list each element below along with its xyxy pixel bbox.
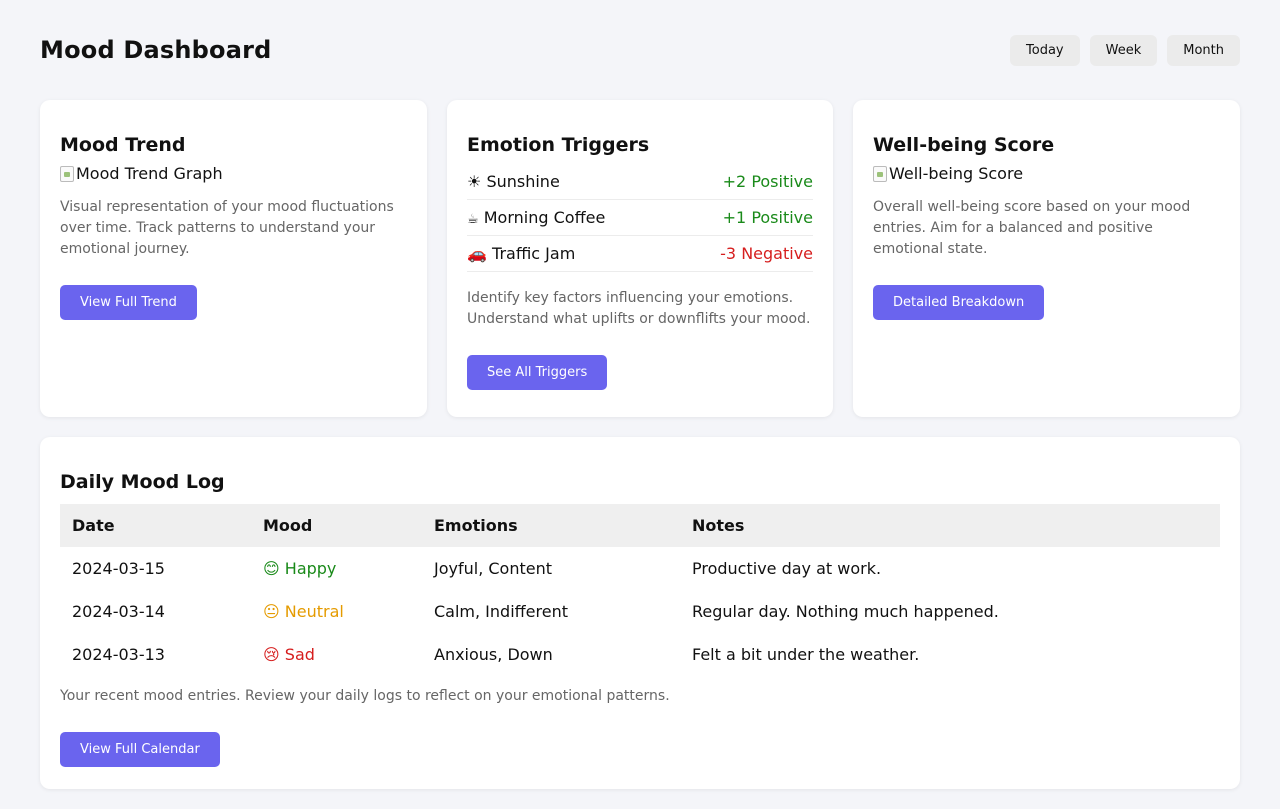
trigger-item: ☕ Morning Coffee +1 Positive [467,200,813,236]
table-row: 2024-03-14 😐 Neutral Calm, Indifferent R… [60,590,1220,633]
mood-log-description: Your recent mood entries. Review your da… [60,688,670,704]
sad-face-icon: 😢 [263,645,280,664]
log-emotions: Calm, Indifferent [434,602,568,621]
table-row: 2024-03-15 😊 Happy Joyful, Content Produ… [60,547,1220,590]
log-emotions: Anxious, Down [434,645,553,664]
view-full-calendar-button[interactable]: View Full Calendar [60,732,220,767]
log-mood: 😊 Happy [263,559,337,578]
happy-face-icon: 😊 [263,559,280,578]
dashboard-header: Mood Dashboard Today Week Month [40,34,1240,66]
trigger-impact: +2 Positive [722,172,813,191]
wellbeing-score-image: Well-being Score [873,164,1220,184]
daily-mood-log-card: Daily Mood Log Date Mood Emotions Notes … [40,437,1240,789]
mood-trend-graph-image: Mood Trend Graph [60,164,407,184]
period-month-button[interactable]: Month [1167,34,1240,66]
wellbeing-score-alt: Well-being Score [889,164,1024,183]
period-week-button[interactable]: Week [1089,34,1158,66]
wellbeing-title: Well-being Score [873,134,1055,156]
log-mood: 😐 Neutral [263,602,344,621]
log-notes: Regular day. Nothing much happened. [692,602,999,621]
log-date: 2024-03-15 [72,559,165,578]
table-row: 2024-03-13 😢 Sad Anxious, Down Felt a bi… [60,633,1220,676]
trigger-name: Morning Coffee [483,208,606,227]
trigger-impact: +1 Positive [722,208,813,227]
log-notes: Felt a bit under the weather. [692,645,920,664]
log-date: 2024-03-14 [72,602,165,621]
period-today-button[interactable]: Today [1010,34,1080,66]
log-notes: Productive day at work. [692,559,882,578]
broken-image-icon [60,166,74,182]
broken-image-icon [873,166,887,182]
log-mood: 😢 Sad [263,645,315,664]
emotion-triggers-description: Identify key factors influencing your em… [467,290,811,327]
log-date: 2024-03-13 [72,645,165,664]
column-header-emotions: Emotions [422,504,680,547]
wellbeing-description: Overall well-being score based on your m… [873,199,1191,257]
column-header-notes: Notes [680,504,1220,547]
column-header-date: Date [60,504,251,547]
neutral-face-icon: 😐 [263,602,280,621]
table-header-row: Date Mood Emotions Notes [60,504,1220,547]
emotion-triggers-card: Emotion Triggers ☀ Sunshine +2 Positive … [447,100,833,417]
trigger-impact: -3 Negative [720,244,813,263]
see-all-triggers-button[interactable]: See All Triggers [467,355,608,390]
page-title: Mood Dashboard [40,36,272,64]
mood-trend-card: Mood Trend Mood Trend Graph Visual repre… [40,100,427,417]
trigger-item: 🚗 Traffic Jam -3 Negative [467,236,813,272]
period-selector: Today Week Month [1010,34,1240,66]
coffee-icon: ☕ [467,212,479,227]
column-header-mood: Mood [251,504,422,547]
emotion-triggers-title: Emotion Triggers [467,134,650,156]
detailed-breakdown-button[interactable]: Detailed Breakdown [873,285,1045,320]
trigger-name: Sunshine [486,172,560,191]
view-full-trend-button[interactable]: View Full Trend [60,285,197,320]
trigger-list: ☀ Sunshine +2 Positive ☕ Morning Coffee … [467,164,813,272]
mood-trend-description: Visual representation of your mood fluct… [60,199,394,257]
mood-trend-graph-alt: Mood Trend Graph [76,164,223,183]
car-icon: 🚗 [467,244,487,263]
sun-icon: ☀ [467,172,482,191]
mood-trend-title: Mood Trend [60,134,186,156]
trigger-item: ☀ Sunshine +2 Positive [467,164,813,200]
trigger-name: Traffic Jam [492,244,576,263]
log-emotions: Joyful, Content [434,559,552,578]
wellbeing-card: Well-being Score Well-being Score Overal… [853,100,1240,417]
mood-log-table: Date Mood Emotions Notes 2024-03-15 😊 Ha… [60,504,1220,676]
daily-mood-log-title: Daily Mood Log [60,471,225,493]
